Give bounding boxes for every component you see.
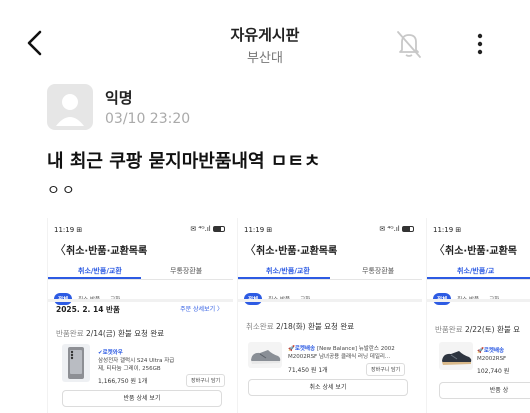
screen-tab-active: 취소/반품/교 [457,267,495,275]
divider [238,299,422,302]
status-time: 11:19 ⊞ [244,226,273,234]
product-price: 102,740 원 [477,368,510,375]
add-to-cart-button: 장바구니 담기 [366,363,406,376]
product-name: M2002RSF 남녀공용 클래식 러닝 데일리... [288,354,391,360]
post-timestamp: 03/10 23:20 [105,111,191,127]
status-time: 11:19 ⊞ [433,226,462,234]
attached-image-1[interactable]: 11:19 ⊞ ✉ ⁴ᴳ.ıl 〈 취소·반품·교환목록 취소/반품/교환 무통… [47,218,233,413]
post-author: 익명 03/10 23:20 [47,84,347,134]
refund-status: 반품완료 2/14(금) 환불 요청 완료 [56,329,165,338]
board-title: 자유게시판 [230,26,300,44]
order-date: 2025. 2. 14 반품 [56,305,120,314]
status-time: 11:19 ⊞ [54,226,83,234]
screen-back-icon: 〈 [54,243,67,257]
filter-chips: 전체취소·반품교환 [54,286,126,305]
attached-image-3[interactable]: 11:19 ⊞ 〈 취소·반품·교환목 취소/반품/교 전체취소·반품교환 반품… [426,218,530,413]
divider [238,279,422,280]
delivery-badge: ✔로켓와우 [98,350,123,356]
top-app-bar: 자유게시판 부산대 [0,0,530,80]
screen-tab-inactive: 무통장환불 [170,267,203,275]
default-profile-icon [56,94,84,126]
screen-header: 취소·반품·교환목 [445,246,517,257]
notification-off-button[interactable] [394,28,424,60]
post-body: ㅇㅇ [47,183,77,199]
post-title: 내 최근 쿠팡 묻지마반품내역 ㅁㅌㅊ [47,151,321,172]
screen-back-icon: 〈 [433,243,446,257]
cancel-detail-button: 취소 상세 보기 [248,379,408,396]
product-thumbnail [248,342,282,368]
divider [48,299,233,302]
sneaker-product-icon [442,351,472,365]
return-detail-button: 반품 상 [439,382,530,399]
more-vertical-icon [477,33,483,55]
battery-icon [213,226,225,232]
product-price: 1,166,750 원 1개 [98,378,148,385]
board-title-group: 자유게시판 부산대 [0,24,530,66]
filter-chips: 전체취소·반품교환 [244,286,316,305]
screen-tab-active: 취소/반품/교환 [266,267,310,275]
refund-status: 반품완료 2/22(토) 환불 요 [435,325,521,334]
add-to-cart-button: 장바구니 담기 [186,374,226,387]
sneaker-product-icon [251,350,281,364]
screen-tab-inactive: 무통장환불 [362,267,395,275]
delivery-badge: 🚀로켓배송 [477,348,505,354]
status-icons: ✉ ⁴ᴳ.ıl [379,225,414,233]
screen-tab-active: 취소/반품/교환 [78,267,122,275]
product-price: 71,450 원 1개 [288,367,328,374]
filter-chips: 전체취소·반품교환 [433,286,505,305]
product-thumbnail [439,342,473,370]
phone-product-icon [68,347,84,379]
attached-image-2[interactable]: 11:19 ⊞ ✉ ⁴ᴳ.ıl 〈 취소·반품·교환목록 취소/반품/교환 무통… [237,218,422,413]
order-detail-link: 주문 상세보기 〉 [180,306,223,313]
status-icons: ✉ ⁴ᴳ.ıl [190,225,225,233]
product-name: 삼성전자 갤럭시 S24 Ultra 자급 제, 티타늄 그레이, 256GB [98,358,175,372]
screen-header: 취소·반품·교환목록 [66,246,148,257]
delivery-badge: 🚀로켓배송 [New Balance] 뉴발란스 2002 [288,346,395,352]
author-name: 익명 [105,89,133,107]
product-name: M2002RSF [477,356,507,362]
return-detail-button: 반품 상세 보기 [62,390,222,407]
divider [427,299,530,302]
board-subtitle: 부산대 [247,51,283,66]
more-options-button[interactable] [470,30,490,60]
refund-status: 취소완료 2/18(화) 환불 요청 완료 [246,322,355,331]
battery-icon [402,226,414,232]
avatar[interactable] [47,84,93,130]
divider [48,279,233,280]
divider [427,279,530,280]
screen-header: 취소·반품·교환목록 [256,246,338,257]
product-thumbnail [62,344,90,382]
screen-back-icon: 〈 [244,243,257,257]
bell-off-icon [397,31,421,58]
